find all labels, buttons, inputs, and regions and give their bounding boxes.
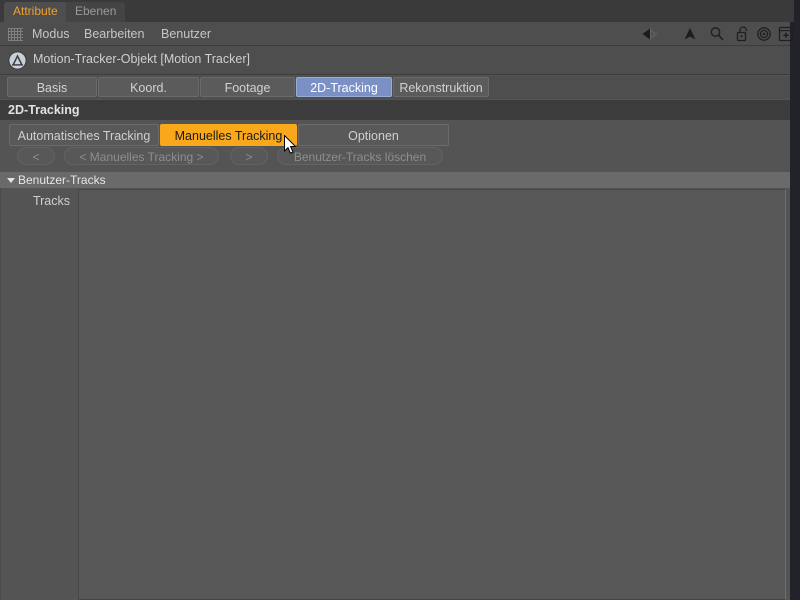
menu-item-modus[interactable]: Modus [28,25,74,43]
next-track-button[interactable]: > [230,147,268,165]
window-tab-ebenen[interactable]: Ebenen [66,2,125,22]
object-title-bar: Motion-Tracker-Objekt [Motion Tracker] [0,46,790,75]
delete-user-tracks-button[interactable]: Benutzer-Tracks löschen [277,147,443,165]
tab-koord[interactable]: Koord. [98,77,199,97]
motion-tracker-object-icon [8,51,27,70]
manual-tracking-nav-button[interactable]: < Manuelles Tracking > [64,147,219,165]
back-arrow-icon[interactable] [641,25,659,43]
attribute-manager-panel: Attribute Ebenen Modus Bearbeiten Benutz… [0,0,800,600]
lock-open-icon[interactable] [734,25,752,43]
tracks-list-field[interactable] [78,189,786,600]
group-header-label: Benutzer-Tracks [18,173,106,187]
group-header-benutzer-tracks[interactable]: Benutzer-Tracks [0,172,790,188]
property-area: Tracks [0,188,790,600]
search-icon[interactable] [708,25,726,43]
target-icon[interactable] [755,25,773,43]
prev-track-button[interactable]: < [17,147,55,165]
tab-basis[interactable]: Basis [7,77,97,97]
window-tab-attribute[interactable]: Attribute [4,2,67,22]
tab-rekonstruktion[interactable]: Rekonstruktion [393,77,489,97]
tab-footage[interactable]: Footage [200,77,295,97]
sub-tab-row: Automatisches Tracking Manuelles Trackin… [0,123,790,148]
drag-grip-icon[interactable] [8,28,23,41]
tracks-label: Tracks [1,194,70,208]
menu-bar: Modus Bearbeiten Benutzer [0,22,790,46]
up-arrow-icon[interactable] [681,25,699,43]
manual-tracking-button-row: < < Manuelles Tracking > > Benutzer-Trac… [0,147,790,169]
panel-right-gutter [790,0,800,600]
main-tab-row: Basis Koord. Footage 2D-Tracking Rekonst… [0,76,790,99]
window-tab-strip: Attribute Ebenen [0,0,790,22]
panel-right-gutter-top [790,0,794,22]
subtab-manuelles-tracking[interactable]: Manuelles Tracking [160,124,297,146]
triangle-down-icon[interactable] [7,178,15,183]
menu-item-benutzer[interactable]: Benutzer [157,25,215,43]
tab-2d-tracking[interactable]: 2D-Tracking [296,77,392,97]
section-header-2d-tracking: 2D-Tracking [0,100,790,120]
menu-item-bearbeiten[interactable]: Bearbeiten [80,25,148,43]
subtab-optionen[interactable]: Optionen [298,124,449,146]
object-title-label: Motion-Tracker-Objekt [Motion Tracker] [33,52,250,66]
add-panel-icon[interactable] [777,25,795,43]
subtab-automatisches-tracking[interactable]: Automatisches Tracking [9,124,159,146]
